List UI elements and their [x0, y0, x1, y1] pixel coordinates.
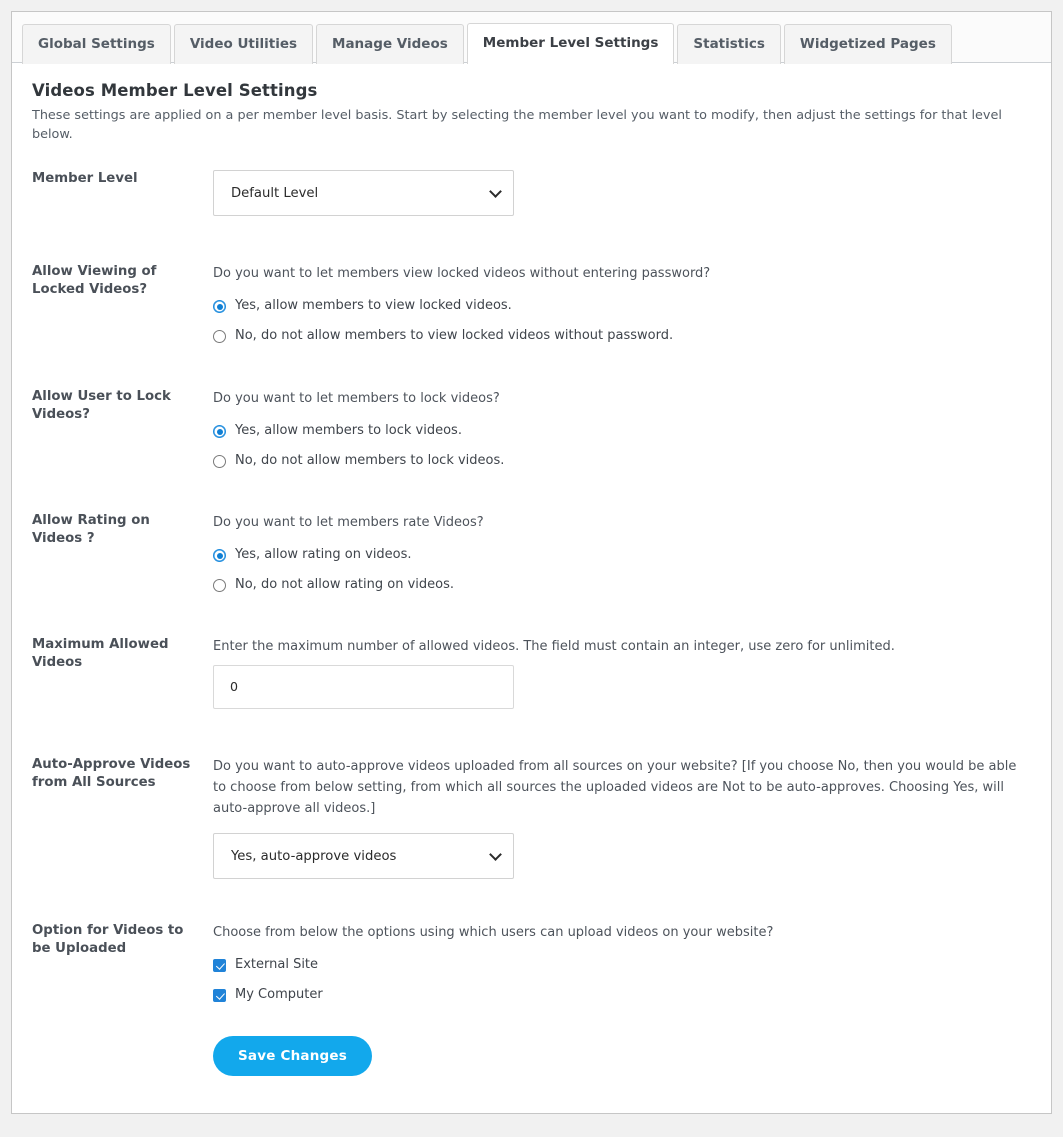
- settings-content: Videos Member Level Settings These setti…: [12, 63, 1051, 1106]
- setting-row-member-level: Member Level Default Level: [32, 170, 1031, 217]
- allow-rating-option-no[interactable]: No, do not allow rating on videos.: [213, 577, 1031, 594]
- upload-options-help: Choose from below the options using whic…: [213, 925, 774, 941]
- option-label: Yes, allow members to view locked videos…: [235, 298, 512, 314]
- option-label: Yes, allow members to lock videos.: [235, 423, 462, 439]
- setting-row-allow-viewing-locked: Allow Viewing of Locked Videos? Do you w…: [32, 263, 1031, 345]
- chevron-down-icon: [489, 185, 502, 199]
- radio-icon[interactable]: [213, 455, 226, 469]
- maximum-allowed-label: Maximum Allowed Videos: [32, 636, 169, 670]
- setting-row-allow-lock: Allow User to Lock Videos? Do you want t…: [32, 388, 1031, 470]
- maximum-allowed-input[interactable]: [213, 664, 514, 709]
- option-label: My Computer: [235, 986, 323, 1002]
- radio-icon[interactable]: [213, 425, 226, 439]
- allow-lock-option-yes[interactable]: Yes, allow members to lock videos.: [213, 423, 1031, 440]
- upload-options-label: Option for Videos to be Uploaded: [32, 923, 184, 956]
- setting-row-auto-approve: Auto-Approve Videos from All Sources Do …: [32, 756, 1031, 880]
- allow-rating-label: Allow Rating on Videos ?: [32, 513, 150, 546]
- checkbox-icon[interactable]: [213, 959, 226, 973]
- allow-lock-label: Allow User to Lock Videos?: [32, 389, 171, 423]
- allow-lock-help: Do you want to let members to lock video…: [213, 391, 500, 407]
- save-row: Save Changes: [32, 1035, 1031, 1106]
- tab-widgetized-pages[interactable]: Widgetized Pages: [783, 24, 952, 64]
- radio-icon[interactable]: [213, 300, 226, 314]
- allow-lock-option-no[interactable]: No, do not allow members to lock videos.: [213, 453, 1031, 470]
- tab-bar: Global Settings Video Utilities Manage V…: [12, 12, 1051, 65]
- save-changes-button[interactable]: Save Changes: [213, 1035, 372, 1076]
- member-level-label: Member Level: [32, 171, 138, 187]
- option-label: Yes, allow rating on videos.: [235, 547, 412, 563]
- member-level-selected-value: Default Level: [231, 185, 319, 201]
- allow-viewing-locked-option-no[interactable]: No, do not allow members to view locked …: [213, 328, 1031, 345]
- setting-row-allow-rating: Allow Rating on Videos ? Do you want to …: [32, 512, 1031, 594]
- member-level-select[interactable]: Default Level: [213, 170, 514, 217]
- upload-option-my-computer[interactable]: My Computer: [213, 987, 1031, 1004]
- setting-row-maximum-allowed: Maximum Allowed Videos Enter the maximum…: [32, 636, 1031, 709]
- tab-member-level-settings[interactable]: Member Level Settings: [466, 23, 675, 65]
- option-label: No, do not allow members to lock videos.: [235, 453, 505, 469]
- allow-rating-help: Do you want to let members rate Videos?: [213, 515, 484, 531]
- radio-icon[interactable]: [213, 549, 226, 563]
- page-title: Videos Member Level Settings: [32, 81, 318, 100]
- checkbox-icon[interactable]: [213, 988, 226, 1002]
- option-label: No, do not allow members to view locked …: [235, 328, 674, 344]
- tab-global-settings[interactable]: Global Settings: [22, 24, 171, 64]
- option-label: No, do not allow rating on videos.: [235, 576, 454, 592]
- tab-statistics[interactable]: Statistics: [677, 24, 781, 64]
- allow-rating-option-yes[interactable]: Yes, allow rating on videos.: [213, 547, 1031, 564]
- option-label: External Site: [235, 957, 319, 973]
- tab-video-utilities[interactable]: Video Utilities: [173, 24, 314, 64]
- auto-approve-select[interactable]: Yes, auto-approve videos: [213, 833, 514, 880]
- allow-viewing-locked-help: Do you want to let members view locked v…: [213, 266, 711, 282]
- maximum-allowed-help: Enter the maximum number of allowed vide…: [213, 638, 895, 654]
- allow-viewing-locked-option-yes[interactable]: Yes, allow members to view locked videos…: [213, 298, 1031, 315]
- setting-row-upload-options: Option for Videos to be Uploaded Choose …: [32, 922, 1031, 1004]
- radio-icon[interactable]: [213, 578, 226, 592]
- page-description: These settings are applied on a per memb…: [32, 108, 1002, 143]
- auto-approve-label: Auto-Approve Videos from All Sources: [32, 756, 191, 790]
- auto-approve-help: Do you want to auto-approve videos uploa…: [213, 758, 1017, 816]
- auto-approve-selected-value: Yes, auto-approve videos: [231, 848, 397, 864]
- radio-icon[interactable]: [213, 330, 226, 344]
- settings-panel: Global Settings Video Utilities Manage V…: [11, 11, 1052, 1114]
- chevron-down-icon: [489, 848, 502, 861]
- tab-manage-videos[interactable]: Manage Videos: [316, 24, 464, 64]
- allow-viewing-locked-label: Allow Viewing of Locked Videos?: [32, 264, 157, 298]
- upload-option-external-site[interactable]: External Site: [213, 957, 1031, 974]
